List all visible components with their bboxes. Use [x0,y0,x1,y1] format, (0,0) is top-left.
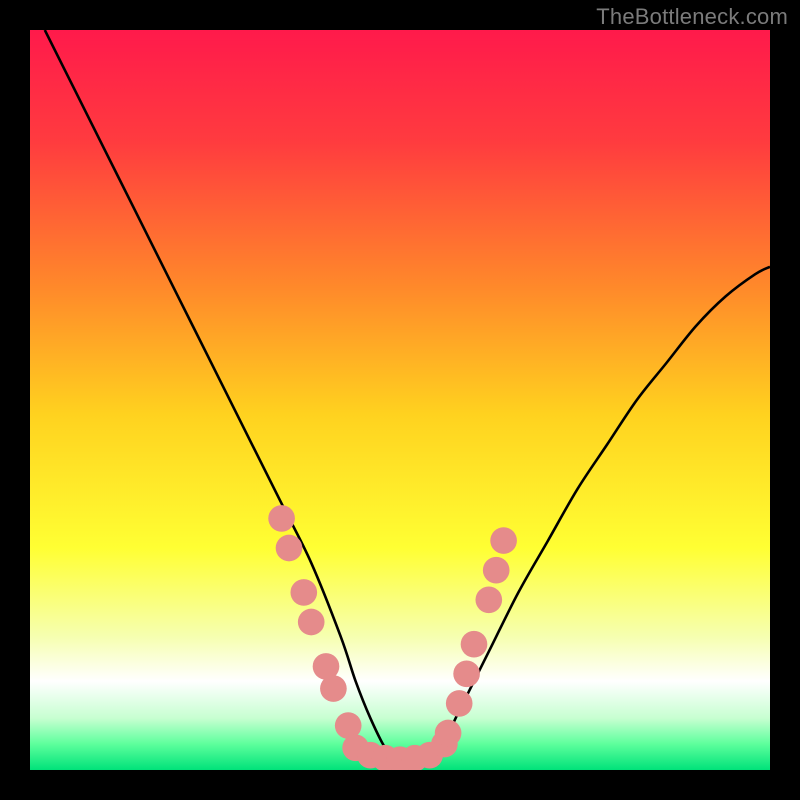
highlight-dot [320,675,347,702]
highlight-dot [276,535,303,562]
highlight-dot [461,631,488,658]
highlight-dot [446,690,473,717]
highlight-dot [298,609,325,636]
highlight-dot [435,720,462,747]
highlight-dot [490,527,517,554]
bottleneck-curve [45,30,770,764]
watermark-text: TheBottleneck.com [596,4,788,30]
chart-frame: TheBottleneck.com [0,0,800,800]
highlight-dot [290,579,317,606]
highlight-dot [268,505,295,532]
plot-area [30,30,770,770]
curve-layer [30,30,770,770]
highlight-dot [453,660,480,687]
highlight-dot [483,557,510,584]
highlight-dots [268,505,517,770]
highlight-dot [475,586,502,613]
